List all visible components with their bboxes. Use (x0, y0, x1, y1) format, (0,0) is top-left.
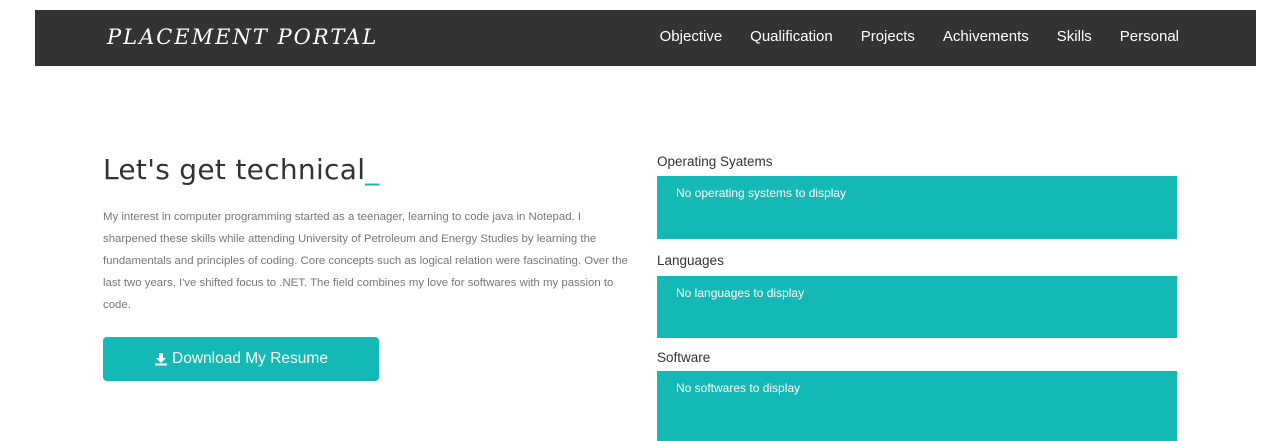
nav-link-skills[interactable]: Skills (1057, 28, 1092, 45)
software-label: Software (657, 350, 711, 365)
download-resume-label: Download My Resume (172, 350, 328, 367)
nav-link-projects[interactable]: Projects (861, 28, 915, 45)
section-heading: Let's get technical_ (103, 153, 628, 186)
navbar: PLACEMENT PORTAL Objective Qualification… (35, 10, 1256, 66)
software-box: No softwares to display (657, 371, 1177, 441)
os-empty-text: No operating systems to display (676, 186, 847, 200)
intro-section: Let's get technical_ My interest in comp… (103, 153, 628, 316)
nav-link-objective[interactable]: Objective (660, 28, 723, 45)
bio-paragraph: My interest in computer programming star… (103, 211, 628, 311)
brand-logo[interactable]: PLACEMENT PORTAL (107, 25, 378, 49)
nav-links: Objective Qualification Projects Achivem… (660, 28, 1179, 45)
skills-section: Operating Syatems No operating systems t… (657, 155, 1177, 441)
heading-text: Let's get technical (103, 153, 366, 186)
software-empty-text: No softwares to display (676, 381, 801, 395)
languages-empty-text: No languages to display (676, 286, 805, 300)
heading-cursor: _ (365, 153, 380, 186)
download-icon (155, 353, 168, 366)
nav-link-qualification[interactable]: Qualification (750, 28, 833, 45)
os-label: Operating Syatems (657, 154, 773, 169)
download-resume-button[interactable]: Download My Resume (103, 337, 379, 381)
nav-link-achivements[interactable]: Achivements (943, 28, 1029, 45)
nav-link-personal[interactable]: Personal (1120, 28, 1179, 45)
languages-label: Languages (657, 253, 724, 268)
languages-box: No languages to display (657, 276, 1177, 338)
os-box: No operating systems to display (657, 176, 1177, 239)
